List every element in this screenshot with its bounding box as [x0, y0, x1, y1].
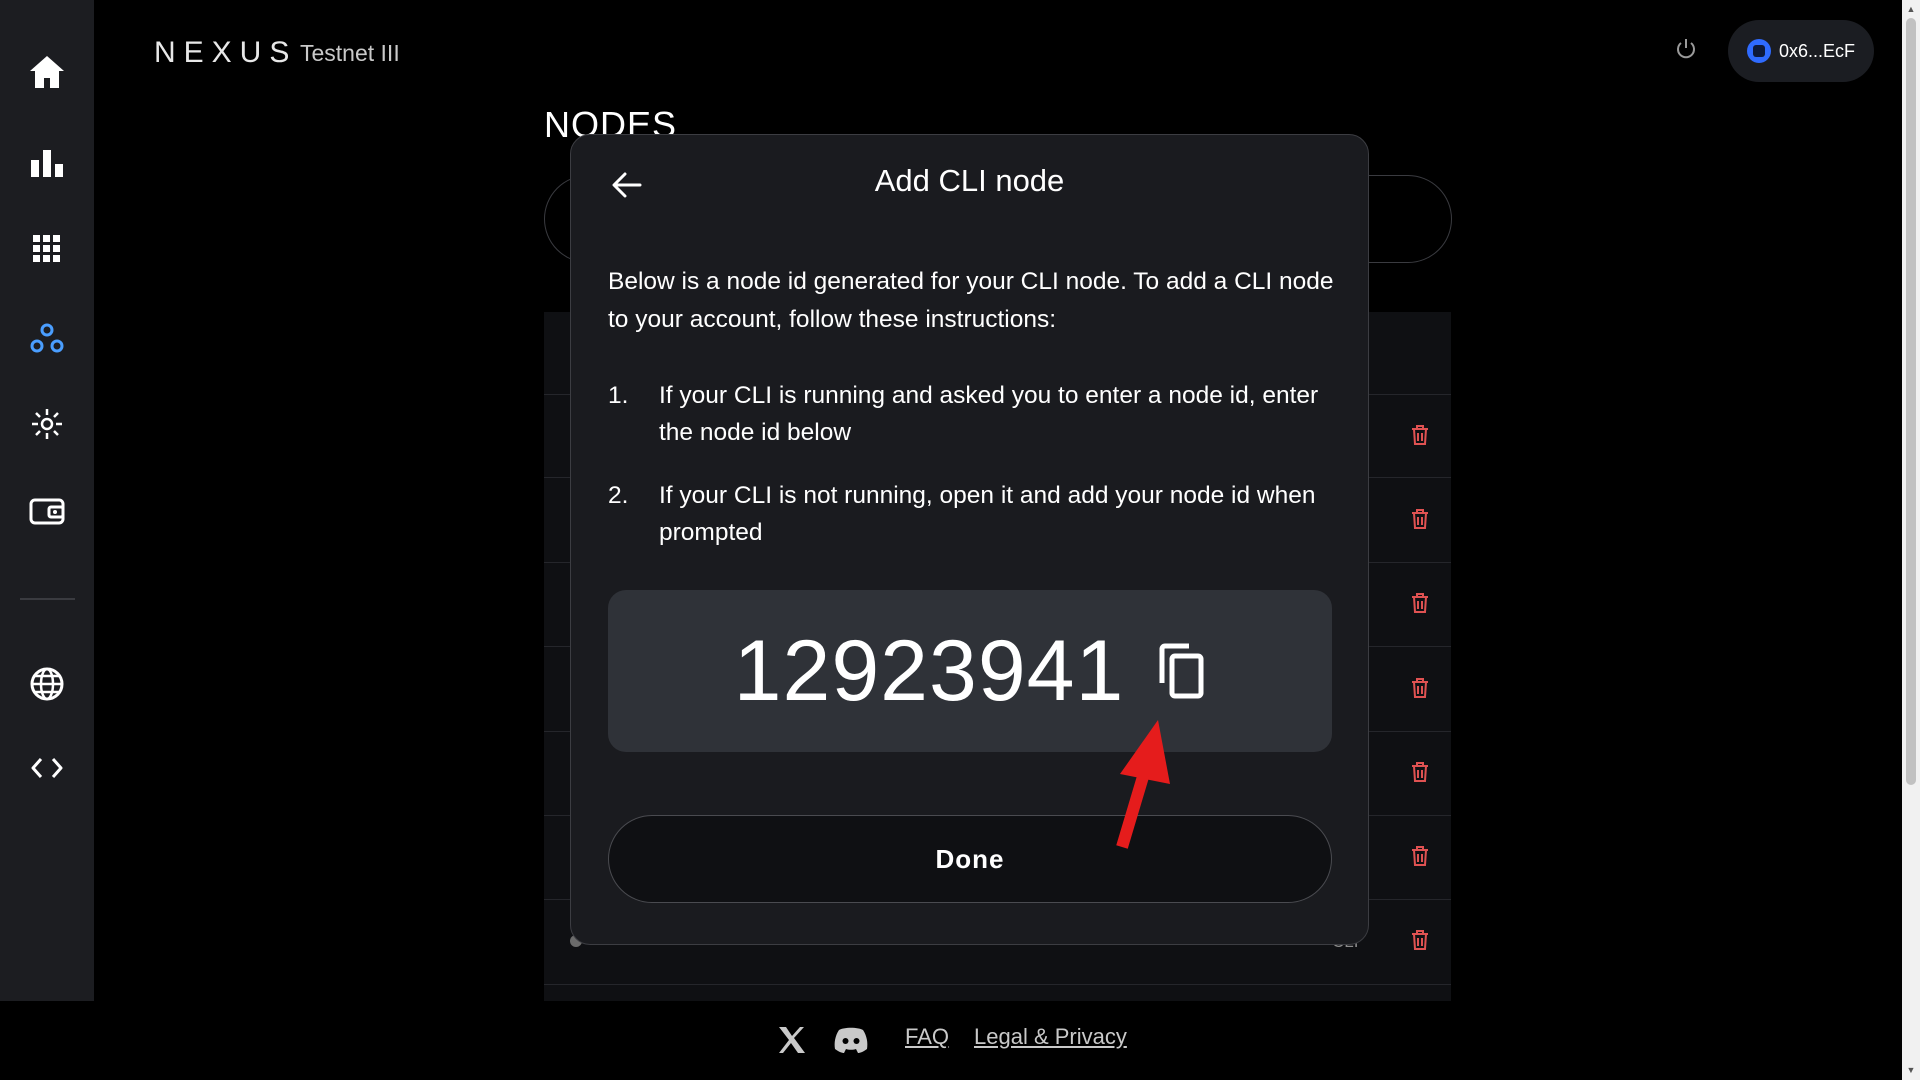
node-id-box: 12923941 — [608, 590, 1332, 752]
sidebar-item-network[interactable] — [22, 399, 72, 449]
step-text: If your CLI is not running, open it and … — [659, 482, 1316, 546]
sidebar-item-apps[interactable] — [22, 224, 72, 274]
step-number: 1. — [608, 382, 629, 409]
sidebar-item-home[interactable] — [22, 47, 72, 97]
delete-node-button[interactable] — [1406, 926, 1434, 954]
delete-node-button[interactable] — [1406, 589, 1434, 617]
copy-button[interactable] — [1156, 641, 1206, 701]
scrollbar-thumb[interactable] — [1906, 18, 1916, 785]
power-icon — [1677, 39, 1695, 59]
copy-icon — [1159, 643, 1204, 699]
delete-node-button[interactable] — [1406, 421, 1434, 449]
grid-icon — [33, 235, 60, 262]
done-button[interactable]: Done — [608, 815, 1332, 903]
delete-node-button[interactable] — [1406, 842, 1434, 870]
wallet-avatar-icon — [1746, 39, 1771, 63]
nodes-icon — [30, 323, 64, 353]
x-twitter-link[interactable] — [772, 1020, 812, 1060]
modal-intro-text: Below is a node id generated for your CL… — [608, 268, 1334, 333]
network-label: Testnet III — [300, 40, 400, 66]
sidebar — [0, 0, 94, 1001]
annotation-arrow-icon — [1116, 720, 1170, 849]
legal-privacy-link[interactable]: Legal & Privacy — [974, 1024, 1127, 1050]
power-button[interactable] — [1664, 27, 1708, 71]
wallet-button[interactable]: 0x6...EcF — [1728, 20, 1874, 82]
globe-icon — [30, 667, 64, 701]
network-icon — [32, 409, 62, 439]
code-icon — [31, 758, 63, 778]
sidebar-item-stats[interactable] — [22, 138, 72, 188]
sidebar-item-explorer[interactable] — [22, 659, 72, 709]
trash-icon — [1412, 846, 1428, 866]
trash-icon — [1412, 930, 1428, 950]
step-number: 2. — [608, 482, 629, 509]
delete-node-button[interactable] — [1406, 758, 1434, 786]
delete-node-button[interactable] — [1406, 674, 1434, 702]
step-text: If your CLI is running and asked you to … — [659, 382, 1319, 446]
sidebar-item-developers[interactable] — [22, 743, 72, 793]
modal-title: Add CLI node — [874, 163, 1065, 198]
wallet-icon — [29, 498, 65, 525]
bar-chart-icon — [31, 150, 63, 177]
discord-icon — [834, 1027, 868, 1053]
home-icon — [30, 56, 64, 88]
add-cli-node-modal: Add CLI node Below is a node id generate… — [570, 134, 1369, 945]
footer — [0, 1001, 1902, 1080]
x-logo-icon — [779, 1027, 805, 1053]
wallet-address: 0x6...EcF — [1778, 40, 1856, 61]
sidebar-item-nodes[interactable] — [22, 313, 72, 363]
trash-icon — [1412, 425, 1428, 445]
scroll-up-icon[interactable]: ▲ — [1905, 3, 1917, 15]
delete-node-button[interactable] — [1406, 505, 1434, 533]
sidebar-divider — [20, 598, 75, 600]
sidebar-item-wallet[interactable] — [22, 486, 72, 536]
brand-logo[interactable]: NEXUS — [154, 36, 297, 70]
scroll-down-icon[interactable]: ▼ — [1905, 1064, 1917, 1076]
node-id-value[interactable]: 12923941 — [734, 622, 1125, 721]
trash-icon — [1412, 593, 1428, 613]
table-row-divider — [544, 984, 1451, 985]
faq-link[interactable]: FAQ — [905, 1024, 949, 1050]
trash-icon — [1412, 762, 1428, 782]
discord-link[interactable] — [831, 1020, 871, 1060]
trash-icon — [1412, 509, 1428, 529]
trash-icon — [1412, 678, 1428, 698]
